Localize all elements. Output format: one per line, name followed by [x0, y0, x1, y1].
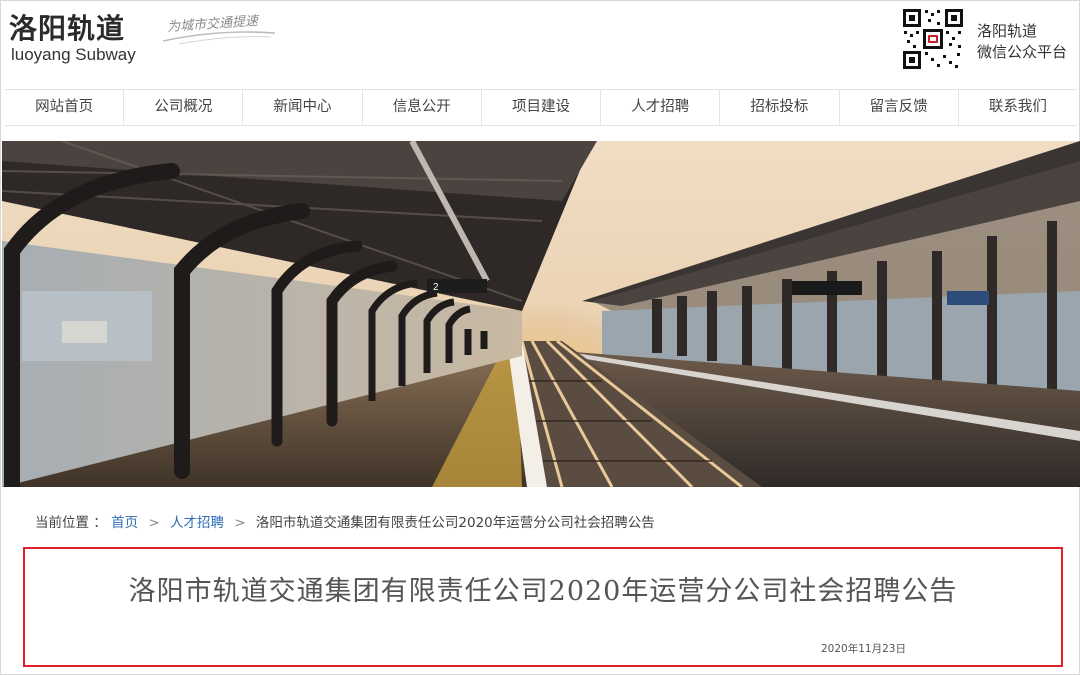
banner-image: 2: [2, 141, 1080, 487]
article-date: 2020年11月23日: [821, 643, 906, 655]
nav-item-contact[interactable]: 联系我们: [959, 90, 1077, 125]
platform-number: 2: [433, 282, 439, 293]
wechat-platform-label: 洛阳轨道 微信公众平台: [977, 21, 1080, 63]
slogan: 为城市交通提速: [159, 9, 279, 49]
logo-chinese-text: 洛阳轨道: [9, 12, 126, 45]
nav-item-company[interactable]: 公司概况: [124, 90, 244, 125]
nav-item-disclosure[interactable]: 信息公开: [363, 90, 482, 125]
nav-item-projects[interactable]: 项目建设: [482, 90, 602, 125]
nav-item-recruitment[interactable]: 人才招聘: [601, 90, 721, 125]
breadcrumb: 当前位置 ： 首页 > 人才招聘 > 洛阳市轨道交通集团有限责任公司2020年运…: [35, 511, 655, 531]
logo-english-text: luoyang Subway: [11, 45, 136, 64]
site-logo[interactable]: 洛阳轨道 luoyang Subway: [9, 7, 159, 67]
slogan-swoosh: [162, 31, 276, 45]
nav-item-bidding[interactable]: 招标投标: [720, 90, 840, 125]
breadcrumb-current: 洛阳市轨道交通集团有限责任公司2020年运营分公司社会招聘公告: [255, 515, 655, 531]
page-frame: 洛阳轨道 luoyang Subway 为城市交通提速 洛阳轨道 微信公众平台 …: [0, 0, 1080, 675]
chevron-right-icon: >: [148, 515, 160, 531]
nav-item-feedback[interactable]: 留言反馈: [840, 90, 959, 125]
breadcrumb-home-link[interactable]: 首页: [111, 515, 138, 531]
breadcrumb-prefix: 当前位置 ：: [35, 515, 107, 531]
main-nav: 网站首页 公司概况 新闻中心 信息公开 项目建设 人才招聘 招标投标 留言反馈 …: [5, 89, 1077, 126]
breadcrumb-recruitment-link[interactable]: 人才招聘: [170, 515, 224, 531]
nav-item-news[interactable]: 新闻中心: [243, 90, 363, 125]
station-platform-illustration: 2: [2, 141, 1080, 487]
qr-code-icon: [901, 7, 965, 71]
article-header-highlight: 洛阳市轨道交通集团有限责任公司2020年运营分公司社会招聘公告 2020年11月…: [23, 547, 1063, 667]
chevron-right-icon: >: [234, 515, 246, 531]
wechat-line-2: 微信公众平台: [977, 43, 1068, 61]
wechat-line-1: 洛阳轨道: [977, 22, 1038, 40]
nav-item-home[interactable]: 网站首页: [5, 90, 125, 125]
article-title: 洛阳市轨道交通集团有限责任公司2020年运营分公司社会招聘公告: [128, 576, 958, 607]
